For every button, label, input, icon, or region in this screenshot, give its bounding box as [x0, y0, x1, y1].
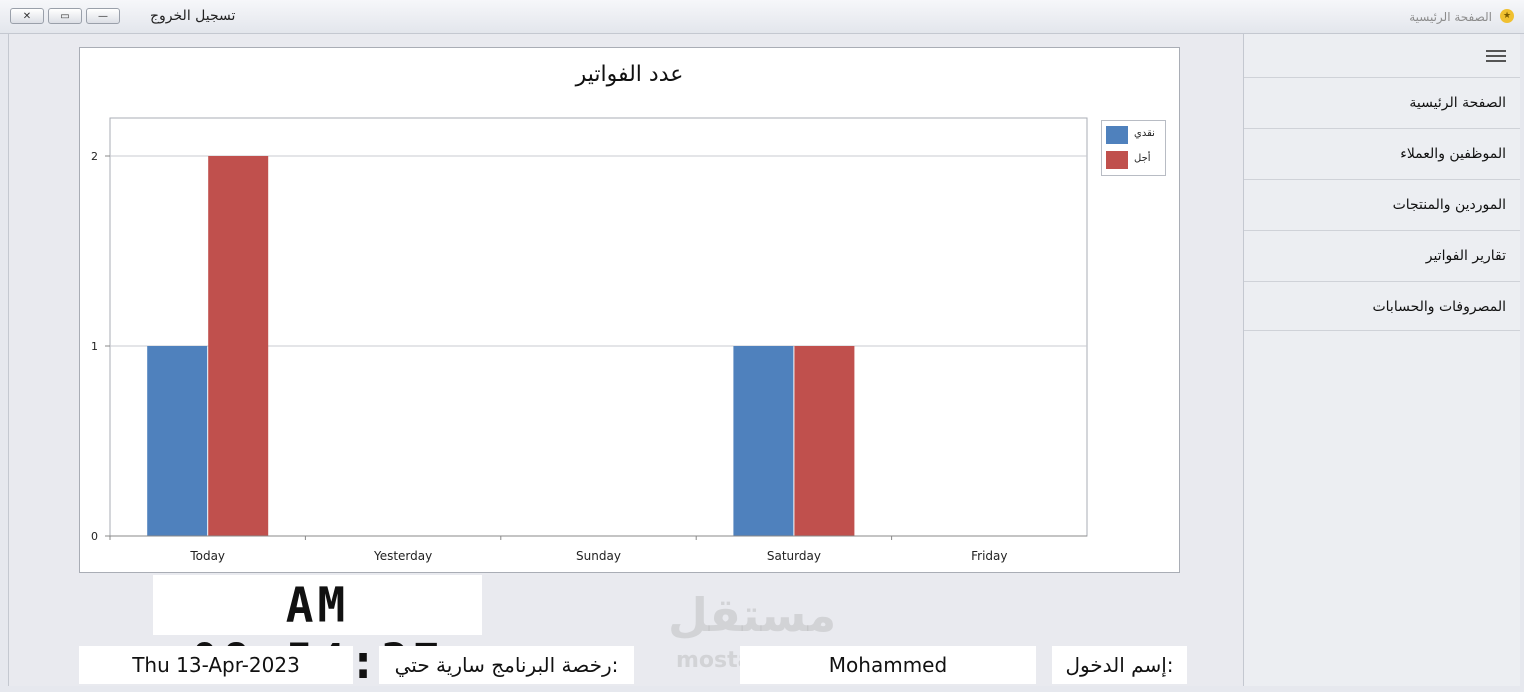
y-tick-label: 1 [91, 340, 98, 353]
bar-cash [733, 346, 794, 536]
y-tick-label: 0 [91, 530, 98, 543]
current-date: Thu 13-Apr-2023 [79, 646, 353, 684]
watermark-logo: مستقل [668, 588, 837, 642]
chart-canvas: 0 1 2 Today Yesterday Sunday Saturday Friday [91, 117, 1088, 563]
legend-swatch-deferred [1106, 151, 1128, 169]
x-tick-label: Sunday [576, 549, 621, 563]
login-name-label: إسم الدخول: [1052, 646, 1187, 684]
maximize-button[interactable]: ▭ [48, 8, 82, 24]
bar-cash [147, 346, 208, 536]
legend-swatch-cash [1106, 126, 1128, 144]
digital-clock: AM 08:54:37 [153, 575, 482, 690]
hamburger-icon[interactable] [1486, 50, 1506, 62]
home-app-icon: ★ [1500, 9, 1514, 23]
window-title: الصفحة الرئيسية [1409, 10, 1492, 24]
nav-home[interactable]: الصفحة الرئيسية [1244, 77, 1520, 127]
license-label: رخصة البرنامج سارية حتي: [379, 646, 634, 684]
nav-invoice-reports[interactable]: تقارير الفواتير [1244, 230, 1520, 280]
x-tick-label: Friday [971, 549, 1007, 563]
bar-deferred [794, 346, 855, 536]
nav-suppliers-products[interactable]: الموردين والمنتجات [1244, 179, 1520, 229]
x-tick-label: Today [189, 549, 225, 563]
y-tick-label: 2 [91, 150, 98, 163]
title-bar: ✕ ▭ — تسجيل الخروج الصفحة الرئيسية ★ [0, 0, 1524, 34]
logged-in-user: Mohammed [740, 646, 1036, 684]
x-tick-label: Saturday [767, 549, 821, 563]
close-button[interactable]: ✕ [10, 8, 44, 24]
legend-label-deferred: أجل [1134, 153, 1151, 164]
bar-deferred [208, 156, 269, 536]
chart-legend: نقدي أجل [1101, 120, 1166, 176]
invoice-chart: عدد الفواتير 0 1 2 Today Yesterday Sunday Satu… [79, 47, 1180, 573]
nav-expenses-accounts[interactable]: المصروفات والحسابات [1244, 281, 1520, 331]
logout-link[interactable]: تسجيل الخروج [150, 8, 235, 24]
sidebar: الصفحة الرئيسية الموظفين والعملاء المورد… [1243, 34, 1520, 686]
minimize-button[interactable]: — [86, 8, 120, 24]
legend-label-cash: نقدي [1134, 128, 1155, 139]
nav-employees-customers[interactable]: الموظفين والعملاء [1244, 128, 1520, 178]
x-tick-label: Yesterday [373, 549, 432, 563]
